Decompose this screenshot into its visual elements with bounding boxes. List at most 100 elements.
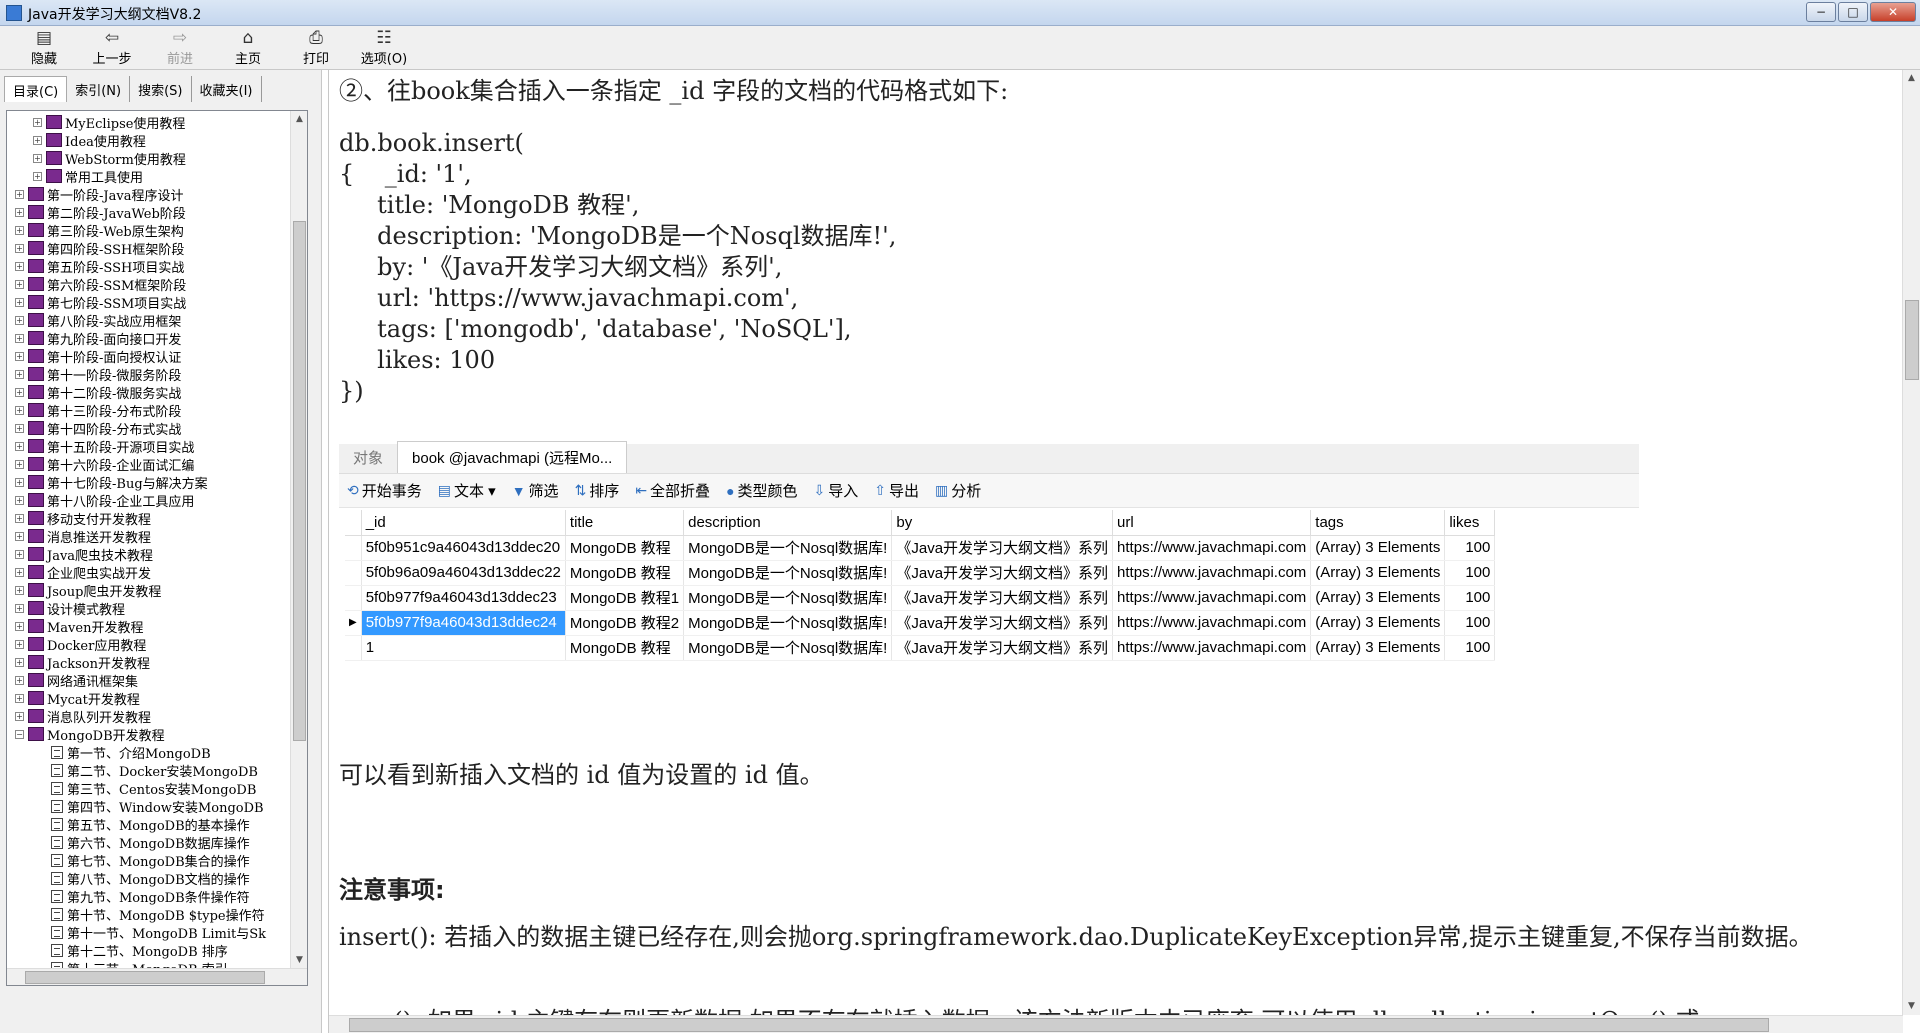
tree-item[interactable]: + 第九阶段-面向接口开发 [7,329,287,348]
expand-icon[interactable]: + [15,567,24,577]
tree-item[interactable]: + 第二阶段-JavaWeb阶段 [7,203,287,222]
content-vertical-scrollbar[interactable]: ▲ ▼ [1902,70,1920,1015]
options-button[interactable]: ☷ 选项(O) [350,26,418,68]
tab-search[interactable]: 搜索(S) [130,76,192,102]
hide-button[interactable]: ▤ 隐藏 [10,26,78,68]
tab-contents[interactable]: 目录(C) [4,76,68,102]
back-arrow-button[interactable]: ⇦ 上一步 [78,26,146,68]
expand-icon[interactable]: + [15,585,24,595]
tree-item[interactable]: + 第四阶段-SSH框架阶段 [7,239,287,258]
scroll-up-icon[interactable]: ▲ [291,111,307,128]
tab-favorites[interactable]: 收藏夹(I) [192,76,262,102]
scroll-thumb[interactable] [293,221,306,741]
expand-icon[interactable]: + [15,513,24,523]
tree-item[interactable]: + 第十二阶段-微服务实战 [7,383,287,402]
tree-item[interactable]: + 第十一阶段-微服务阶段 [7,365,287,384]
expand-icon[interactable]: + [15,261,24,271]
close-button[interactable]: ✕ [1870,2,1916,22]
tree-item[interactable]: 第六节、MongoDB数据库操作 [7,833,287,852]
scroll-thumb[interactable] [349,1018,1769,1032]
tree-item[interactable]: + 第三阶段-Web原生架构 [7,221,287,240]
expand-icon[interactable]: + [15,675,24,685]
tree-item[interactable]: + Java爬虫技术教程 [7,545,287,564]
expand-icon[interactable]: + [15,387,24,397]
expand-icon[interactable]: + [15,621,24,631]
tree-item[interactable]: + 第十五阶段-开源项目实战 [7,437,287,456]
expand-icon[interactable]: + [15,441,24,451]
tree-item[interactable]: + 第七阶段-SSM项目实战 [7,293,287,312]
forward-arrow-button[interactable]: ⇨ 前进 [146,26,214,68]
expand-icon[interactable]: + [33,117,42,127]
tree-item[interactable]: 第四节、Window安装MongoDB [7,797,287,816]
tree-item[interactable]: + 常用工具使用 [7,167,287,186]
tree-item[interactable]: + 网络通讯框架集 [7,671,287,690]
tree-item[interactable]: 第八节、MongoDB文档的操作 [7,869,287,888]
expand-icon[interactable]: + [15,657,24,667]
tree-item[interactable]: + Mycat开发教程 [7,689,287,708]
tree-item[interactable]: + 第六阶段-SSM框架阶段 [7,275,287,294]
tree-item[interactable]: + 移动支付开发教程 [7,509,287,528]
tree-item[interactable]: + 第十七阶段-Bug与解决方案 [7,473,287,492]
tree-item[interactable]: + 第十四阶段-分布式实战 [7,419,287,438]
tree-item[interactable]: 第十二节、MongoDB 排序 [7,941,287,960]
minimize-button[interactable]: − [1806,2,1836,22]
expand-icon[interactable]: + [15,243,24,253]
tree-item[interactable]: 第九节、MongoDB条件操作符 [7,887,287,906]
tab-index[interactable]: 索引(N) [67,76,131,102]
tree-item[interactable]: + 第十三阶段-分布式阶段 [7,401,287,420]
tree-item[interactable]: + 消息推送开发教程 [7,527,287,546]
collapse-icon[interactable]: − [15,729,24,739]
expand-icon[interactable]: + [15,225,24,235]
tree-item[interactable]: + 第五阶段-SSH项目实战 [7,257,287,276]
tree-item[interactable]: 第二节、Docker安装MongoDB [7,761,287,780]
home-button[interactable]: ⌂ 主页 [214,26,282,68]
scroll-thumb[interactable] [1905,300,1919,380]
expand-icon[interactable]: + [15,477,24,487]
tree-item[interactable]: + MyEclipse使用教程 [7,113,287,132]
tree-item[interactable]: + 第十阶段-面向授权认证 [7,347,287,366]
tree-item[interactable]: + Idea使用教程 [7,131,287,150]
tree-item[interactable]: + 消息队列开发教程 [7,707,287,726]
tree-item[interactable]: − MongoDB开发教程 [7,725,287,744]
tree-item[interactable]: + Maven开发教程 [7,617,287,636]
tree-item[interactable]: + Docker应用教程 [7,635,287,654]
scroll-up-icon[interactable]: ▲ [1903,70,1920,87]
scroll-down-icon[interactable]: ▼ [291,952,307,969]
expand-icon[interactable]: + [15,711,24,721]
printer-button[interactable]: ⎙ 打印 [282,26,350,68]
expand-icon[interactable]: + [15,495,24,505]
content-horizontal-scrollbar[interactable] [329,1015,1903,1033]
tree-item[interactable]: + Jsoup爬虫开发教程 [7,581,287,600]
tree-item[interactable]: + 企业爬虫实战开发 [7,563,287,582]
maximize-button[interactable]: □ [1838,2,1868,22]
expand-icon[interactable]: + [15,315,24,325]
expand-icon[interactable]: + [15,639,24,649]
expand-icon[interactable]: + [15,207,24,217]
scroll-thumb[interactable] [25,971,265,984]
tree-item[interactable]: 第十节、MongoDB $type操作符 [7,905,287,924]
tree-item[interactable]: 第七节、MongoDB集合的操作 [7,851,287,870]
expand-icon[interactable]: + [15,423,24,433]
tree-item[interactable]: + 第十八阶段-企业工具应用 [7,491,287,510]
expand-icon[interactable]: + [15,405,24,415]
expand-icon[interactable]: + [15,333,24,343]
expand-icon[interactable]: + [15,693,24,703]
tree-item[interactable]: + 第八阶段-实战应用框架 [7,311,287,330]
expand-icon[interactable]: + [33,135,42,145]
expand-icon[interactable]: + [33,153,42,163]
tree-item[interactable]: + WebStorm使用教程 [7,149,287,168]
tree-item[interactable]: 第十一节、MongoDB Limit与Sk [7,923,287,942]
tree-item[interactable]: + 设计模式教程 [7,599,287,618]
tree-item[interactable]: 第一节、介绍MongoDB [7,743,287,762]
tree-item[interactable]: 第五节、MongoDB的基本操作 [7,815,287,834]
expand-icon[interactable]: + [15,603,24,613]
expand-icon[interactable]: + [15,531,24,541]
expand-icon[interactable]: + [15,369,24,379]
tree-horizontal-scrollbar[interactable] [7,968,307,985]
tree-item[interactable]: + 第一阶段-Java程序设计 [7,185,287,204]
tree-item[interactable]: 第三节、Centos安装MongoDB [7,779,287,798]
tree-vertical-scrollbar[interactable]: ▲ ▼ [290,111,307,969]
expand-icon[interactable]: + [15,189,24,199]
scroll-down-icon[interactable]: ▼ [1903,998,1920,1015]
tree-item[interactable]: + 第十六阶段-企业面试汇编 [7,455,287,474]
